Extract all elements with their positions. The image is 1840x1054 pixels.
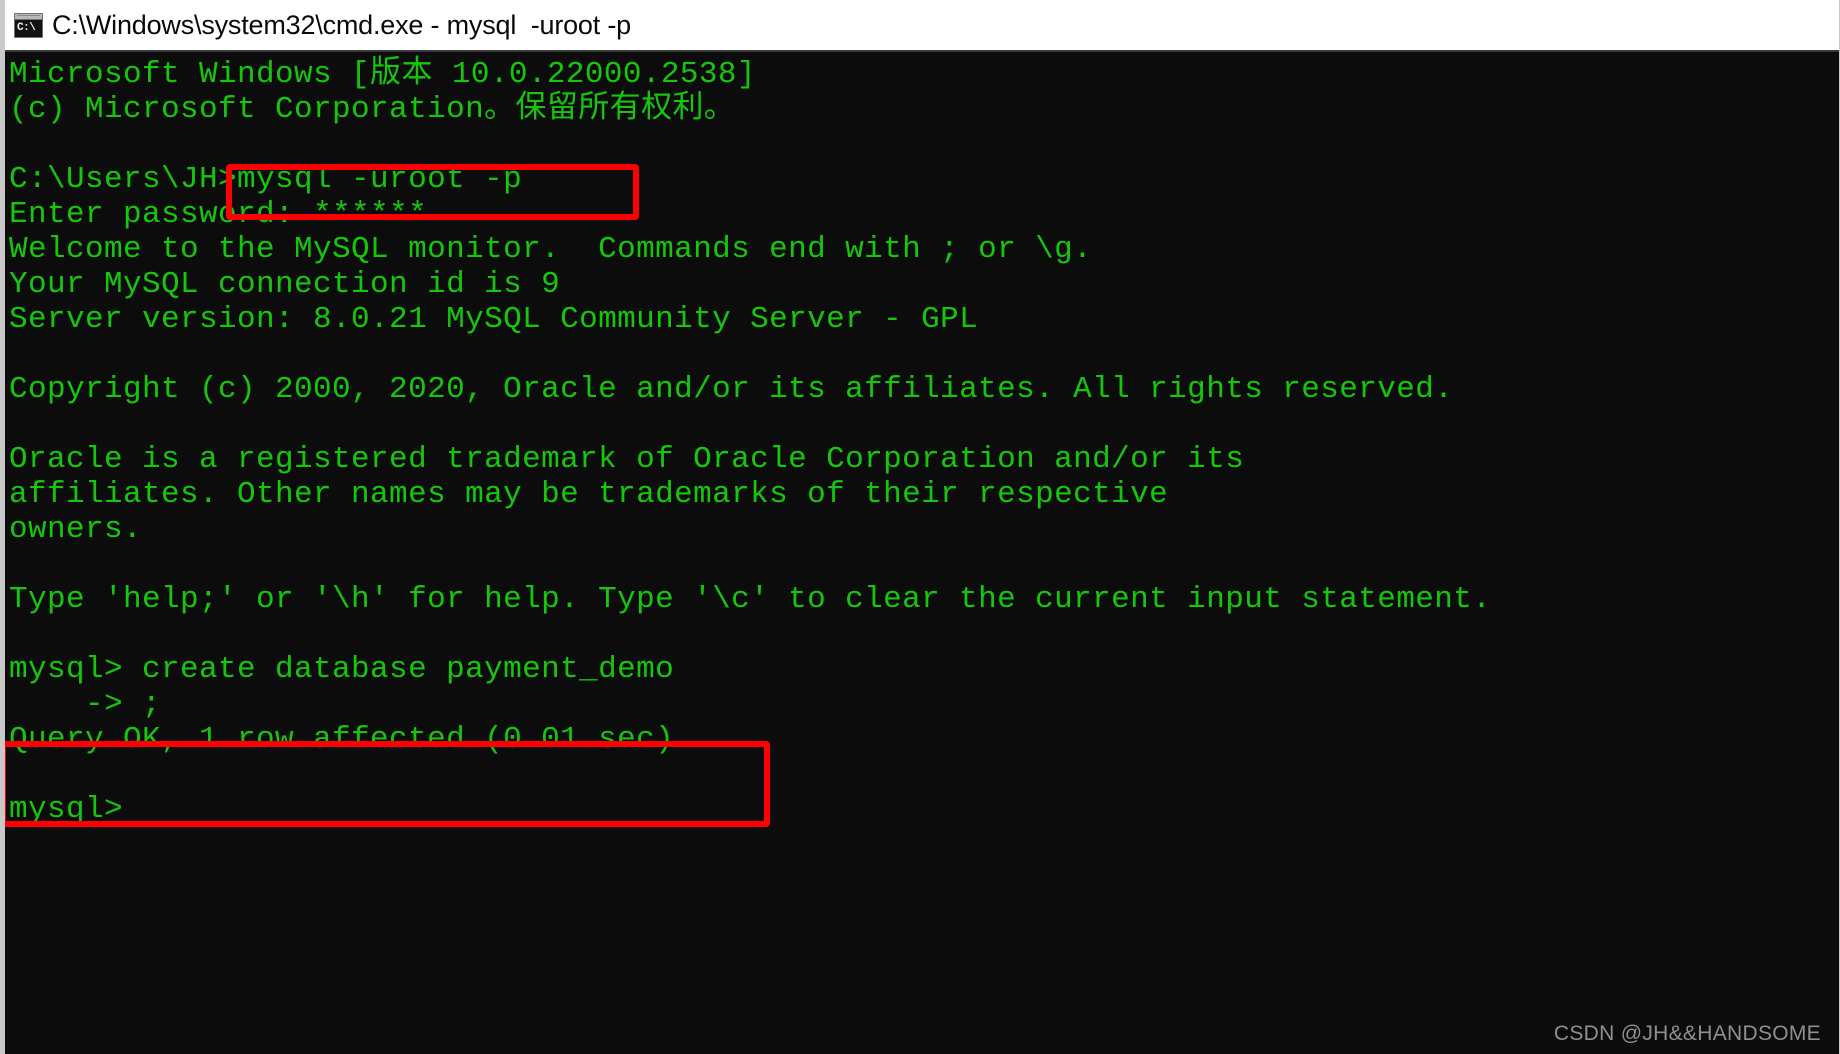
console-line: Copyright (c) 2000, 2020, Oracle and/or …	[9, 372, 1454, 407]
console-line: Welcome to the MySQL monitor. Commands e…	[9, 232, 1093, 267]
console-line: Server version: 8.0.21 MySQL Community S…	[9, 302, 979, 337]
console-line: Microsoft Windows [版本 10.0.22000.2538]	[9, 57, 756, 92]
console-line: (c) Microsoft Corporation。保留所有权利。	[9, 92, 736, 127]
icon-label: C:\	[17, 21, 36, 34]
console-line: affiliates. Other names may be trademark…	[9, 477, 1169, 512]
console-output-area[interactable]: Microsoft Windows [版本 10.0.22000.2538] (c…	[5, 54, 1839, 1054]
watermark-label: CSDN @JH&&HANDSOME	[1553, 1022, 1821, 1045]
console-line: owners.	[9, 512, 143, 547]
console-line: Oracle is a registered trademark of Orac…	[9, 442, 1245, 477]
cmd-console-window: C:\ C:\Windows\system32\cmd.exe - mysql …	[0, 0, 1840, 1054]
console-line: Your MySQL connection id is 9	[9, 267, 561, 302]
console-line: mysql>	[9, 792, 124, 827]
window-title: C:\Windows\system32\cmd.exe - mysql -uro…	[52, 9, 631, 40]
console-text-buffer: Microsoft Windows [版本 10.0.22000.2538] (c…	[9, 57, 1839, 827]
console-line: -> ;	[9, 687, 162, 722]
console-line: Type 'help;' or '\h' for help. Type '\c'…	[9, 582, 1492, 617]
console-line: Enter password: ******	[9, 197, 428, 232]
window-titlebar: C:\ C:\Windows\system32\cmd.exe - mysql …	[5, 0, 1839, 52]
console-line: C:\Users\JH>mysql -uroot -p	[9, 162, 523, 197]
console-line: Query OK, 1 row affected (0.01 sec)	[9, 722, 675, 757]
cmd-console-icon: C:\	[14, 12, 43, 38]
console-line: mysql> create database payment_demo	[9, 652, 675, 687]
